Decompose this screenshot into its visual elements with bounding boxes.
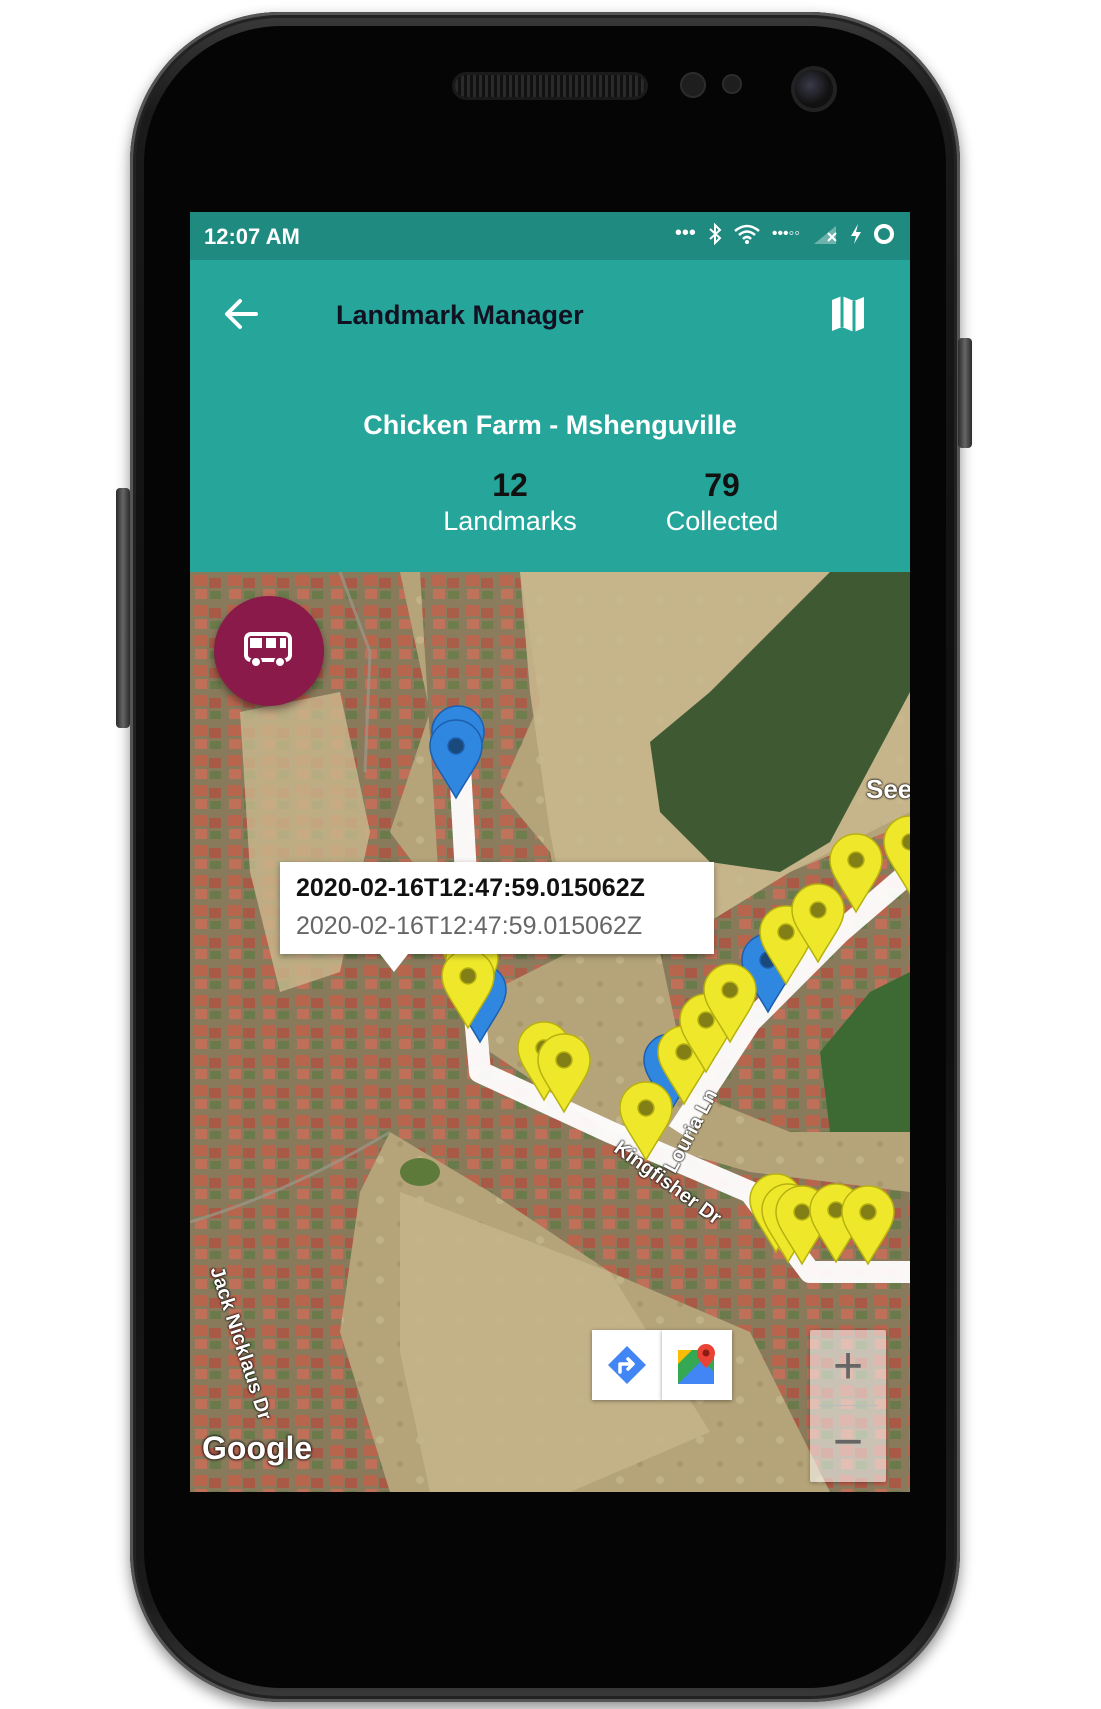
info-window-title: 2020-02-16T12:47:59.015062Z bbox=[296, 874, 645, 902]
zoom-out-button[interactable]: − bbox=[810, 1406, 886, 1482]
stat-collected: 79 Collected bbox=[622, 467, 822, 537]
phone-side-button-left bbox=[116, 488, 130, 728]
phone-side-button-right bbox=[958, 338, 972, 448]
satellite-map[interactable]: Kingfisher Dr Louria Ln Jack Nicklaus Dr… bbox=[190, 572, 910, 1492]
info-window-tail bbox=[380, 954, 408, 972]
farm-name: Chicken Farm - Mshenguville bbox=[363, 410, 737, 440]
status-icons: ••• •••◦◦ bbox=[675, 222, 894, 245]
wifi-icon bbox=[734, 224, 760, 244]
bluetooth-icon bbox=[709, 222, 722, 245]
stat-label: Collected bbox=[665, 506, 779, 536]
page-title: Landmark Manager bbox=[336, 300, 584, 330]
status-bar: 12:07 AM ••• •••◦◦ bbox=[190, 212, 910, 260]
marker-layer bbox=[429, 705, 910, 1265]
street-label: See bbox=[866, 774, 910, 804]
bus-icon bbox=[244, 632, 292, 668]
arrow-left-icon[interactable] bbox=[220, 292, 264, 336]
more-dots-icon: ••• bbox=[674, 222, 696, 244]
directions-icon bbox=[608, 1346, 646, 1384]
directions-button[interactable] bbox=[592, 1330, 662, 1400]
google-maps-icon bbox=[678, 1344, 715, 1384]
zoom-in-button[interactable]: + bbox=[810, 1330, 886, 1406]
google-attribution: Google bbox=[202, 1430, 313, 1466]
zoom-controls: + − bbox=[810, 1330, 886, 1482]
status-time: 12:07 AM bbox=[204, 224, 300, 249]
open-in-maps-button[interactable] bbox=[662, 1330, 732, 1400]
stat-landmarks: 12 Landmarks bbox=[410, 467, 610, 537]
phone-sensor bbox=[722, 74, 742, 94]
phone-sensor bbox=[680, 72, 706, 98]
charging-icon bbox=[851, 223, 861, 244]
info-window-subtitle: 2020-02-16T12:47:59.015062Z bbox=[296, 912, 643, 940]
stat-value: 79 bbox=[704, 467, 740, 503]
app-bar: Landmark Manager bbox=[190, 260, 910, 370]
map-icon[interactable] bbox=[826, 292, 870, 336]
stat-label: Landmarks bbox=[443, 506, 577, 536]
stat-value: 12 bbox=[492, 467, 528, 503]
phone-camera bbox=[795, 70, 833, 108]
battery-icon bbox=[874, 223, 894, 244]
marker-info-window[interactable]: 2020-02-16T12:47:59.015062Z 2020-02-16T1… bbox=[280, 862, 714, 954]
vehicle-fab-button[interactable] bbox=[214, 596, 324, 706]
cell-signal-icon bbox=[814, 225, 837, 244]
app-screen: 12:07 AM ••• •••◦◦ Landmark Manager Chic… bbox=[190, 212, 910, 1492]
phone-speaker bbox=[455, 75, 645, 97]
signal-dots-icon: •••◦◦ bbox=[771, 224, 800, 242]
